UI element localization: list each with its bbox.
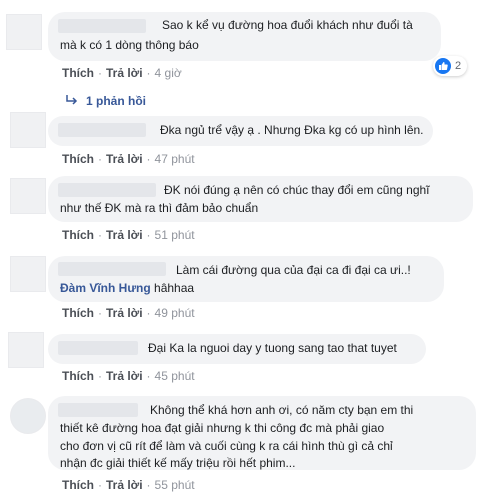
- timestamp[interactable]: 4 giờ: [155, 66, 182, 80]
- separator-dot: ·: [98, 66, 102, 80]
- like-button[interactable]: Thích: [62, 369, 94, 383]
- avatar[interactable]: [10, 112, 46, 148]
- separator-dot: ·: [98, 306, 102, 320]
- reaction-count-value: 2: [455, 60, 462, 72]
- comment-actions: Thích · Trả lời · 51 phút: [62, 228, 195, 242]
- avatar[interactable]: [10, 256, 46, 292]
- comment-text-line: mà k có 1 dòng thông báo: [60, 38, 199, 52]
- comment-text-line: Đại Ka la nguoi day y tuong sang tao tha…: [148, 341, 397, 355]
- comment-text-line: Không thể khá hơn anh ơi, có năm cty bạn…: [150, 403, 414, 417]
- reply-button[interactable]: Trả lời: [106, 152, 143, 166]
- separator-dot: ·: [146, 478, 151, 492]
- separator-dot: ·: [98, 152, 102, 166]
- reply-button[interactable]: Trả lời: [106, 306, 143, 320]
- comment-actions: Thích · Trả lời · 4 giờ: [62, 66, 182, 80]
- timestamp[interactable]: 51 phút: [155, 228, 195, 242]
- separator-dot: ·: [146, 66, 151, 80]
- like-button[interactable]: Thích: [62, 478, 94, 492]
- separator-dot: ·: [98, 369, 102, 383]
- like-button[interactable]: Thích: [62, 306, 94, 320]
- reply-button[interactable]: Trả lời: [106, 369, 143, 383]
- comment-text-line: nhận đc giải thiết kế mấy triệu rồi hết …: [60, 456, 296, 470]
- separator-dot: ·: [146, 306, 151, 320]
- like-button[interactable]: Thích: [62, 228, 94, 242]
- like-button[interactable]: Thích: [62, 66, 94, 80]
- timestamp[interactable]: 45 phút: [155, 369, 195, 383]
- author-name[interactable]: [58, 19, 146, 33]
- mention-link[interactable]: Đàm Vĩnh Hưng: [60, 281, 151, 295]
- comment-text-line: Sao k kể vụ đường hoa đuổi khách như đuổ…: [162, 18, 413, 32]
- reply-button[interactable]: Trả lời: [106, 66, 143, 80]
- reply-arrow-icon: [66, 94, 78, 108]
- reply-button[interactable]: Trả lời: [106, 478, 143, 492]
- reply-button[interactable]: Trả lời: [106, 228, 143, 242]
- comment-actions: Thích · Trả lời · 49 phút: [62, 306, 195, 320]
- author-name[interactable]: [58, 183, 156, 197]
- avatar[interactable]: [8, 332, 44, 368]
- like-icon: [435, 58, 451, 74]
- timestamp[interactable]: 55 phút: [155, 478, 195, 492]
- avatar[interactable]: [6, 14, 42, 50]
- comment-text-line: thiết kê đường hoa đạt giải nhưng k thi …: [60, 421, 385, 435]
- author-name[interactable]: [58, 403, 138, 417]
- view-replies-button[interactable]: 1 phản hồi: [66, 94, 146, 108]
- like-button[interactable]: Thích: [62, 152, 94, 166]
- separator-dot: ·: [146, 228, 151, 242]
- replies-count-label: 1 phản hồi: [86, 94, 146, 108]
- comment-actions: Thích · Trả lời · 47 phút: [62, 152, 195, 166]
- author-name[interactable]: [58, 123, 146, 137]
- timestamp[interactable]: 47 phút: [155, 152, 195, 166]
- comment-text-line: ĐK nói đúng ạ nên có chúc thay đổi em cũ…: [164, 183, 430, 197]
- separator-dot: ·: [146, 369, 151, 383]
- separator-dot: ·: [98, 478, 102, 492]
- comment-text-after-mention: hâhhaa: [150, 281, 195, 295]
- comment-text-line: Làm cái đường qua của đại ca đi đại ca ư…: [176, 263, 411, 277]
- separator-dot: ·: [146, 152, 151, 166]
- comment-actions: Thích · Trả lời · 55 phút: [62, 478, 195, 492]
- separator-dot: ·: [98, 228, 102, 242]
- comment-actions: Thích · Trả lời · 45 phút: [62, 369, 195, 383]
- reaction-count[interactable]: 2: [433, 56, 468, 76]
- comment-text-line: Đàm Vĩnh Hưng hâhhaa: [60, 280, 194, 297]
- timestamp[interactable]: 49 phút: [155, 306, 195, 320]
- comment-text-line: cho đơn vị cũ rít để làm và cuối cùng k …: [60, 439, 393, 453]
- comment-text-line: như thế ĐK mà ra thì đảm bảo chuẩn: [60, 201, 259, 215]
- comment-text-line: Đka ngủ trể vậy ạ . Nhưng Đka kg có up h…: [160, 123, 424, 137]
- avatar[interactable]: [10, 178, 46, 214]
- author-name[interactable]: [58, 262, 166, 276]
- avatar[interactable]: [10, 398, 46, 434]
- author-name[interactable]: [58, 341, 138, 355]
